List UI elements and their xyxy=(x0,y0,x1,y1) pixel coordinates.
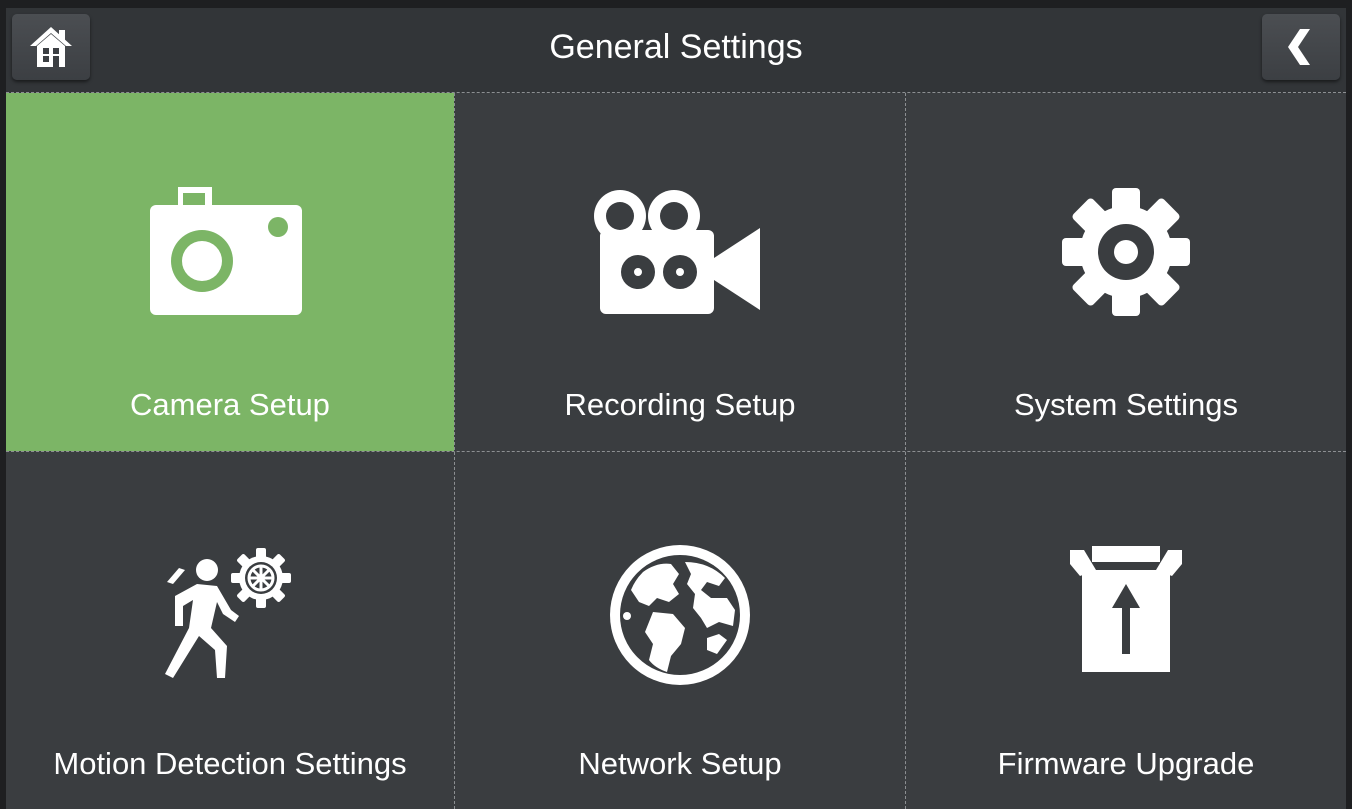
firmware-upgrade-icon xyxy=(1070,546,1182,672)
tile-firmware-upgrade[interactable]: Firmware Upgrade xyxy=(906,452,1346,809)
tile-label: Camera Setup xyxy=(130,387,330,422)
tile-label: Motion Detection Settings xyxy=(53,746,407,781)
screen: General Settings Camera Setup Recording … xyxy=(6,8,1346,809)
back-button[interactable] xyxy=(1262,14,1340,80)
grid-divider xyxy=(6,451,1346,452)
motion-detection-icon xyxy=(165,548,291,678)
tile-camera-setup[interactable]: Camera Setup xyxy=(6,93,454,451)
page-title: General Settings xyxy=(549,28,803,66)
tile-motion-detection-settings[interactable]: Motion Detection Settings xyxy=(6,452,454,809)
tile-label: Recording Setup xyxy=(564,387,796,422)
tile-label: Firmware Upgrade xyxy=(997,746,1255,781)
gear-icon xyxy=(1062,188,1190,316)
tile-label: System Settings xyxy=(1014,387,1238,422)
globe-icon xyxy=(610,545,750,685)
tile-label: Network Setup xyxy=(578,746,782,781)
tile-network-setup[interactable]: Network Setup xyxy=(455,452,905,809)
video-camera-icon xyxy=(594,190,760,314)
tile-recording-setup[interactable]: Recording Setup xyxy=(455,93,905,451)
camera-icon xyxy=(150,187,302,315)
tile-system-settings[interactable]: System Settings xyxy=(906,93,1346,451)
settings-grid: Camera Setup Recording Setup System Sett… xyxy=(6,93,1346,809)
chevron-left-icon xyxy=(1288,29,1310,65)
header-bar: General Settings xyxy=(6,8,1346,93)
